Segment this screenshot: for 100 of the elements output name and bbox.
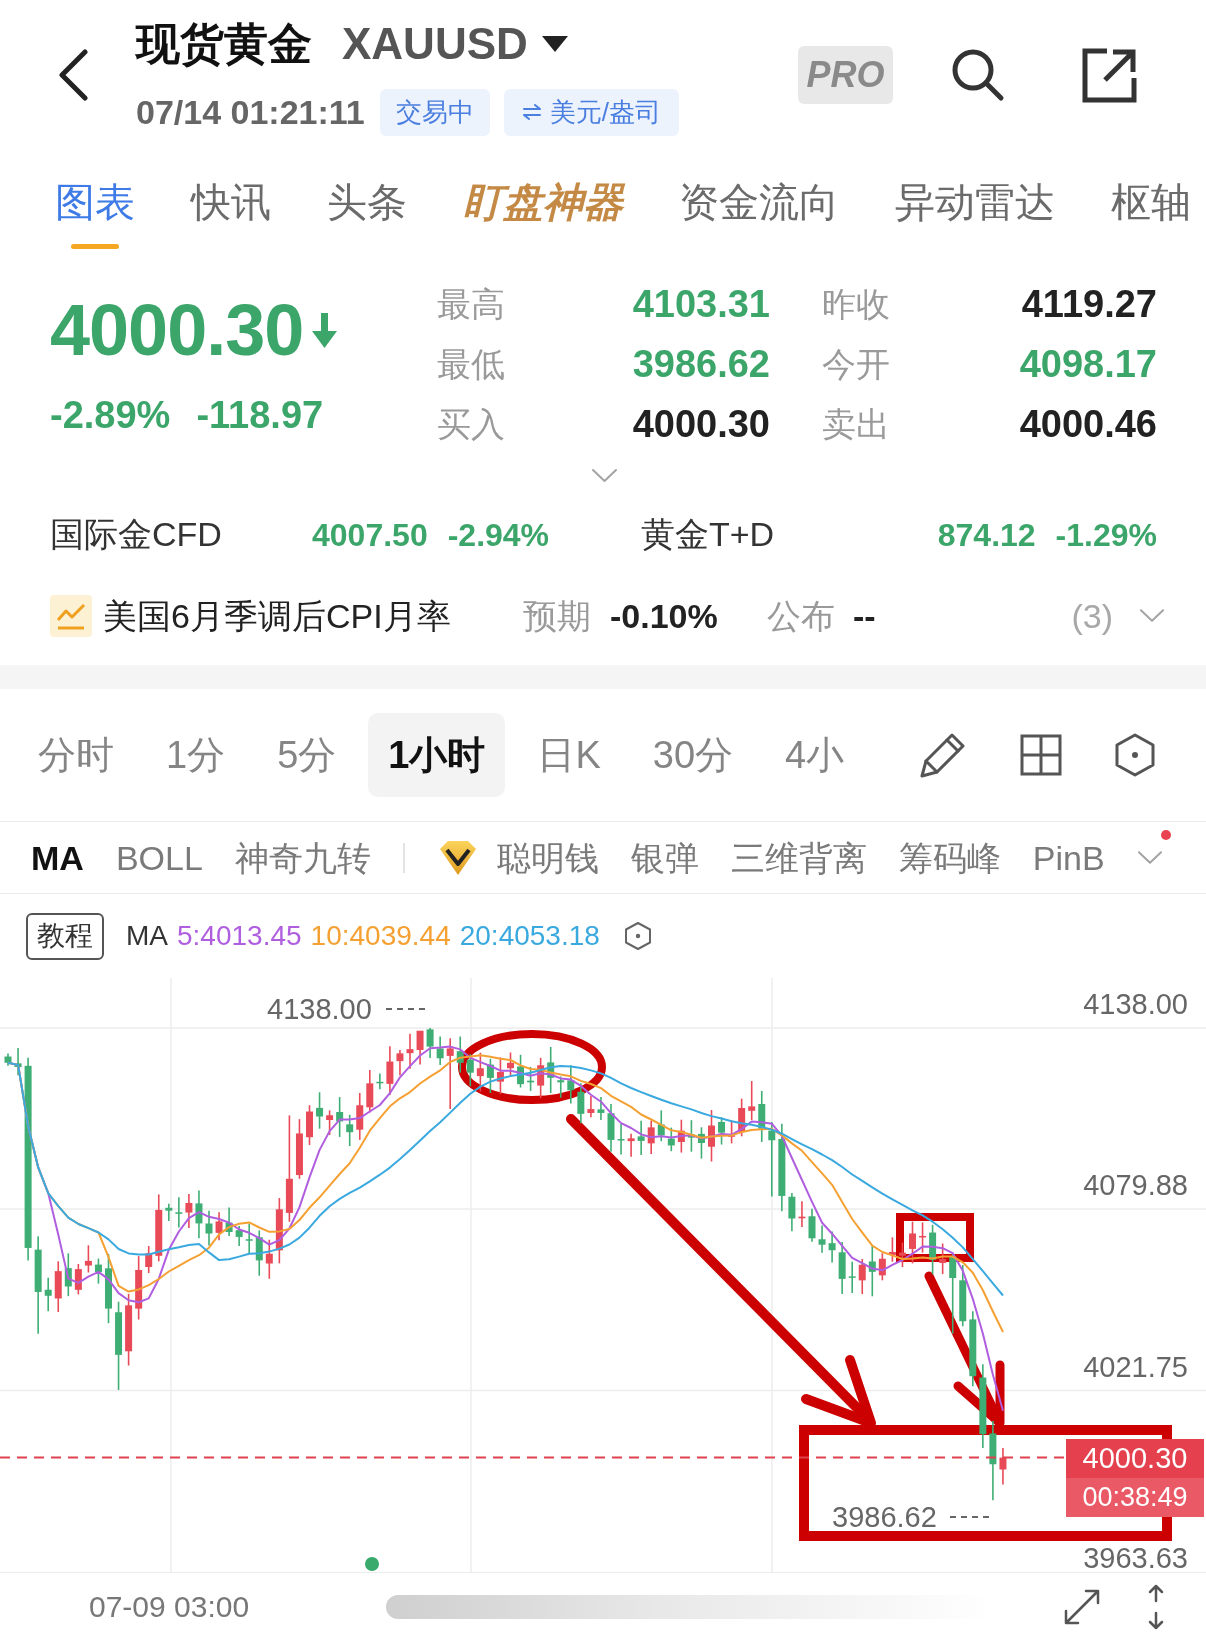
falling-candle xyxy=(758,1090,766,1143)
market-price: 874.12 xyxy=(937,519,1036,551)
market-name: 黄金T+D xyxy=(641,515,775,553)
tab[interactable]: 快讯 xyxy=(191,150,271,249)
symbol-selector[interactable]: XAUUSD xyxy=(342,22,568,66)
marker-dot-icon xyxy=(365,1557,379,1571)
rising-candle xyxy=(135,1255,143,1321)
falling-candle xyxy=(607,1103,615,1153)
search-icon[interactable] xyxy=(951,48,1005,102)
falling-candle xyxy=(14,1047,22,1077)
pro-button[interactable]: PRO xyxy=(798,46,893,104)
settings-icon[interactable] xyxy=(1114,733,1156,777)
rising-candle xyxy=(386,1045,394,1096)
rising-candle xyxy=(406,1033,414,1070)
tab[interactable]: 枢轴 xyxy=(1111,150,1191,249)
rising-candle xyxy=(295,1118,303,1180)
rising-candle xyxy=(396,1049,404,1077)
period-tab[interactable]: 日K xyxy=(517,713,621,797)
stat-label: 昨收 xyxy=(822,287,890,321)
stat-label: 今开 xyxy=(822,347,890,381)
falling-candle xyxy=(657,1109,665,1143)
falling-candle xyxy=(376,1072,384,1091)
falling-candle xyxy=(959,1264,967,1328)
indicator-tab[interactable]: 聪明钱 xyxy=(496,840,599,875)
x-axis-label: 07-09 03:00 xyxy=(89,1591,250,1622)
period-tab[interactable]: 30分 xyxy=(632,713,754,797)
market-name: 国际金CFD xyxy=(50,515,222,553)
tutorial-button[interactable]: 教程 xyxy=(26,912,104,960)
indicator-tab[interactable]: 银弹 xyxy=(630,840,699,875)
period-tab[interactable]: 5分 xyxy=(257,713,357,797)
rising-candle xyxy=(416,1030,424,1066)
stat-label: 最低 xyxy=(437,347,505,381)
rising-candle xyxy=(748,1080,756,1121)
falling-candle xyxy=(346,1113,354,1147)
stat-value: 4103.31 xyxy=(632,285,770,323)
vertical-arrows-icon[interactable] xyxy=(1148,1583,1164,1630)
rising-candle xyxy=(185,1193,193,1229)
stat-label: 买入 xyxy=(437,407,505,441)
falling-candle xyxy=(255,1229,263,1277)
tab[interactable]: 图表 xyxy=(55,150,135,249)
event-count: (3) xyxy=(1071,599,1113,633)
falling-candle xyxy=(788,1192,796,1233)
stat-value: 4098.17 xyxy=(1019,345,1157,383)
unit-label: 美元/盎司 xyxy=(549,99,661,125)
rising-candle xyxy=(496,1056,504,1095)
falling-candle xyxy=(175,1196,183,1229)
rising-candle xyxy=(627,1132,635,1158)
period-tab[interactable]: 4小 xyxy=(765,713,865,797)
settings-icon[interactable] xyxy=(623,921,652,951)
share-icon[interactable] xyxy=(1081,46,1138,104)
pencil-icon[interactable] xyxy=(920,732,966,778)
back-icon[interactable] xyxy=(57,49,89,101)
tab[interactable]: 资金流向 xyxy=(679,150,839,249)
falling-candle xyxy=(336,1096,344,1138)
indicator-tab[interactable]: BOLL xyxy=(115,840,203,875)
rising-candle xyxy=(999,1447,1007,1486)
falling-candle xyxy=(828,1230,836,1264)
indicator-tab[interactable]: 三维背离 xyxy=(730,840,867,875)
falling-candle xyxy=(818,1224,826,1254)
period-tab[interactable]: 1小时 xyxy=(368,713,506,797)
event-title[interactable]: 美国6月季调后CPI月率 xyxy=(103,599,451,633)
falling-candle xyxy=(667,1126,675,1152)
rising-candle xyxy=(647,1119,655,1155)
falling-candle xyxy=(94,1257,102,1285)
line-chart-icon xyxy=(50,595,92,637)
rising-candle xyxy=(476,1051,484,1093)
falling-candle xyxy=(44,1276,52,1313)
falling-candle xyxy=(436,1035,444,1066)
rising-candle xyxy=(356,1092,364,1141)
period-tab[interactable]: 1分 xyxy=(146,713,246,797)
period-tab[interactable]: 分时 xyxy=(18,713,134,797)
rising-candle xyxy=(215,1211,223,1242)
falling-candle xyxy=(225,1206,233,1237)
trading-status-tag: 交易中 xyxy=(379,88,490,136)
falling-candle xyxy=(4,1052,12,1067)
rising-candle xyxy=(587,1095,595,1119)
rising-candle xyxy=(54,1260,62,1313)
rising-candle xyxy=(888,1236,896,1263)
falling-candle xyxy=(195,1189,203,1240)
falling-candle xyxy=(718,1116,726,1146)
indicator-tab[interactable]: 筹码峰 xyxy=(898,840,1001,875)
ma-value: 20:4053.18 xyxy=(459,922,600,950)
y-axis-label: 4138.00 xyxy=(1083,988,1188,1020)
caret-icon xyxy=(541,36,568,52)
actual-value: -- xyxy=(853,599,876,633)
tab[interactable]: 头条 xyxy=(327,150,407,249)
grid-icon[interactable] xyxy=(1020,734,1062,776)
rising-candle xyxy=(275,1197,283,1265)
stat-value: 4119.27 xyxy=(1021,285,1157,323)
indicator-tab[interactable]: 神奇九转 xyxy=(234,840,371,875)
falling-candle xyxy=(687,1119,695,1153)
rising-candle xyxy=(898,1241,906,1268)
rising-candle xyxy=(366,1069,374,1114)
indicator-tab[interactable]: PinB xyxy=(1032,840,1105,875)
market-change: -1.29% xyxy=(1055,519,1157,551)
tab[interactable]: 异动雷达 xyxy=(895,150,1055,249)
falling-candle xyxy=(697,1126,705,1160)
stat-value: 3986.62 xyxy=(632,345,770,383)
falling-candle xyxy=(838,1241,846,1295)
indicator-tab[interactable]: MA xyxy=(31,840,84,875)
